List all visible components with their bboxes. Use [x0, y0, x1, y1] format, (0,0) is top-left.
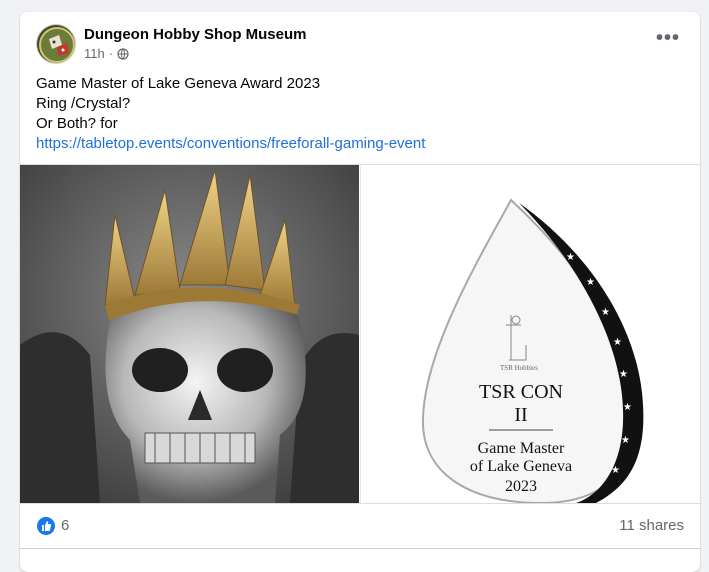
svg-text:★: ★ — [566, 252, 575, 263]
svg-text:★: ★ — [613, 337, 622, 348]
award-line-3: Game Master — [478, 440, 565, 457]
post-time[interactable]: 11h — [84, 46, 105, 61]
svg-text:★: ★ — [611, 465, 620, 476]
award-line-2: II — [514, 404, 527, 426]
like-reaction-icon[interactable] — [37, 517, 55, 535]
dice-logo-icon — [37, 25, 75, 63]
meta-separator: · — [108, 46, 114, 61]
globe-icon — [117, 47, 129, 60]
svg-text:★: ★ — [621, 435, 630, 446]
reactions-count[interactable]: 6 — [61, 517, 69, 534]
more-options-button[interactable]: ••• — [654, 28, 682, 52]
award-line-4: of Lake Geneva — [470, 458, 572, 475]
post-header: Dungeon Hobby Shop Museum 11h · ••• — [20, 12, 700, 72]
post-text-line-2: Ring /Crystal? — [36, 95, 131, 112]
svg-text:★: ★ — [586, 277, 595, 288]
page-avatar[interactable] — [36, 24, 76, 64]
svg-text:★: ★ — [623, 402, 632, 413]
post-text: Game Master of Lake Geneva Award 2023 Ri… — [36, 74, 686, 154]
svg-text:★: ★ — [619, 369, 628, 380]
post-meta: 11h · — [84, 46, 129, 61]
post-text-line-1: Game Master of Lake Geneva Award 2023 — [36, 75, 321, 92]
post-text-line-3: Or Both? for — [36, 115, 118, 132]
post-card: Dungeon Hobby Shop Museum 11h · ••• Game… — [20, 12, 700, 572]
post-link[interactable]: https://tabletop.events/conventions/free… — [36, 134, 686, 154]
award-brand: TSR Hobbies — [500, 364, 538, 372]
page-name[interactable]: Dungeon Hobby Shop Museum — [84, 26, 307, 43]
skull-crown-ring-photo[interactable] — [20, 165, 359, 503]
post-stats: 6 11 shares — [20, 505, 700, 549]
crystal-flame-award[interactable]: ★ ★ ★ ★ ★ ★ ★ ★ TSR Hobbies TSR CON II G — [360, 165, 700, 505]
shares-count[interactable]: 11 shares — [619, 517, 684, 534]
svg-text:★: ★ — [601, 307, 610, 318]
award-line-5: 2023 — [505, 478, 537, 495]
post-media: ★ ★ ★ ★ ★ ★ ★ ★ TSR Hobbies TSR CON II G — [20, 164, 700, 505]
award-line-1: TSR CON — [479, 381, 563, 403]
